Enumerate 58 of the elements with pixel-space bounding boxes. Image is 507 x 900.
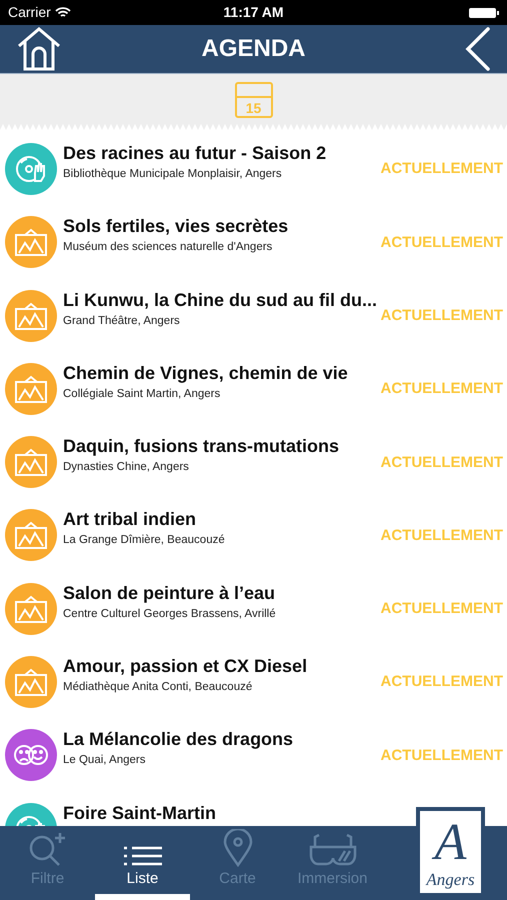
event-place: Bibliothèque Municipale Monplaisir, Angers (63, 167, 283, 182)
event-status: ACTUELLEMENT (380, 526, 503, 546)
back-icon (465, 27, 491, 71)
event-status: ACTUELLEMENT (380, 379, 503, 400)
event-status: ACTUELLEMENT (380, 599, 503, 620)
event-title: Li Kunwu, la Chine du sud au fil du... (63, 290, 374, 310)
event-place: Le Quai, Angers (63, 753, 146, 768)
event-row[interactable]: Daquin, fusions trans-mutations Dynasties Chine, Angers ACTUELLEMENT (0, 426, 507, 500)
framed-picture-icon (14, 300, 48, 331)
home-button[interactable] (16, 26, 62, 72)
event-status: ACTUELLEMENT (380, 306, 503, 326)
event-row[interactable]: Chemin de Vignes, chemin de vie Collégiale Saint Martin, Angers ACTUELLEMENT (0, 352, 507, 426)
event-place: Muséum des sciences naturelle d'Angers (63, 240, 274, 255)
framed-picture-icon (14, 594, 48, 624)
event-title: Sols fertiles, vies secrètes (63, 216, 290, 236)
event-place: Grand Théâtre, Angers (63, 314, 181, 328)
list-icon (122, 845, 162, 867)
event-row[interactable]: Sols fertiles, vies secrètes Muséum des sciences naturelle d'Angers ACTUELLEMENT (0, 206, 507, 280)
event-title: Daquin, fusions trans-mutations (63, 436, 340, 456)
framed-picture-icon (14, 520, 48, 550)
tab[interactable]: Liste (95, 826, 190, 900)
event-row[interactable]: Des racines au futur - Saison 2 Bibliothèque Municipale Monplaisir, Angers ACTUELLEMENT (0, 133, 507, 206)
event-status: ACTUELLEMENT (380, 452, 503, 473)
logo-name: Angers (426, 868, 475, 891)
event-title: Des racines au futur - Saison 2 (63, 143, 328, 163)
wifi-icon (54, 6, 71, 18)
event-row[interactable]: Art tribal indien La Grange Dîmière, Beaucouzé ACTUELLEMENT (0, 499, 507, 573)
event-status: ACTUELLEMENT (380, 746, 503, 766)
event-title: Amour, passion et CX Diesel (63, 656, 308, 676)
map-pin-icon (222, 829, 252, 867)
event-row[interactable]: Li Kunwu, la Chine du sud au fil du... Grand Théâtre, Angers ACTUELLEMENT (0, 280, 507, 353)
event-row[interactable]: La Mélancolie des dragons Le Quai, Angers ACTUELLEMENT (0, 719, 507, 793)
event-status: ACTUELLEMENT (380, 159, 503, 180)
page-title: AGENDA (200, 34, 306, 64)
event-place: Collégiale Saint Martin, Angers (63, 386, 222, 402)
event-title: Salon de peinture à l’eau (63, 582, 276, 603)
framed-picture-icon (14, 227, 48, 258)
battery-icon (469, 6, 499, 18)
carrier-label: Carrier (8, 3, 51, 22)
event-status: ACTUELLEMENT (380, 232, 503, 253)
event-place: Médiathèque Anita Conti, Beaucouzé (63, 680, 254, 694)
glasses-icon (308, 833, 356, 867)
event-title: La Mélancolie des dragons (63, 729, 294, 750)
event-place: Centre Culturel Georges Brassens, Avrillé (63, 606, 277, 622)
event-place: La Grange Dîmière, Beaucouzé (63, 533, 226, 548)
event-title: Art tribal indien (63, 509, 198, 530)
home-icon (16, 26, 62, 72)
event-title: Foire Saint-Martin (63, 802, 218, 823)
event-row[interactable]: Salon de peinture à l’eau Centre Culturel Georges Brassens, Avrillé ACTUELLEMENT (0, 572, 507, 646)
event-place: Dynasties Chine, Angers (63, 460, 190, 475)
calendar-day: 15 (236, 96, 270, 115)
event-status: ACTUELLEMENT (380, 672, 503, 692)
event-row[interactable]: Amour, passion et CX Diesel Médiathèque Anita Conti, Beaucouzé ACTUELLEMENT (0, 646, 507, 720)
clock: 11:17 AM (223, 3, 284, 22)
framed-picture-icon (14, 667, 48, 698)
event-title: Chemin de Vignes, chemin de vie (63, 362, 349, 383)
framed-picture-icon (14, 447, 48, 478)
framed-picture-icon (14, 374, 48, 404)
